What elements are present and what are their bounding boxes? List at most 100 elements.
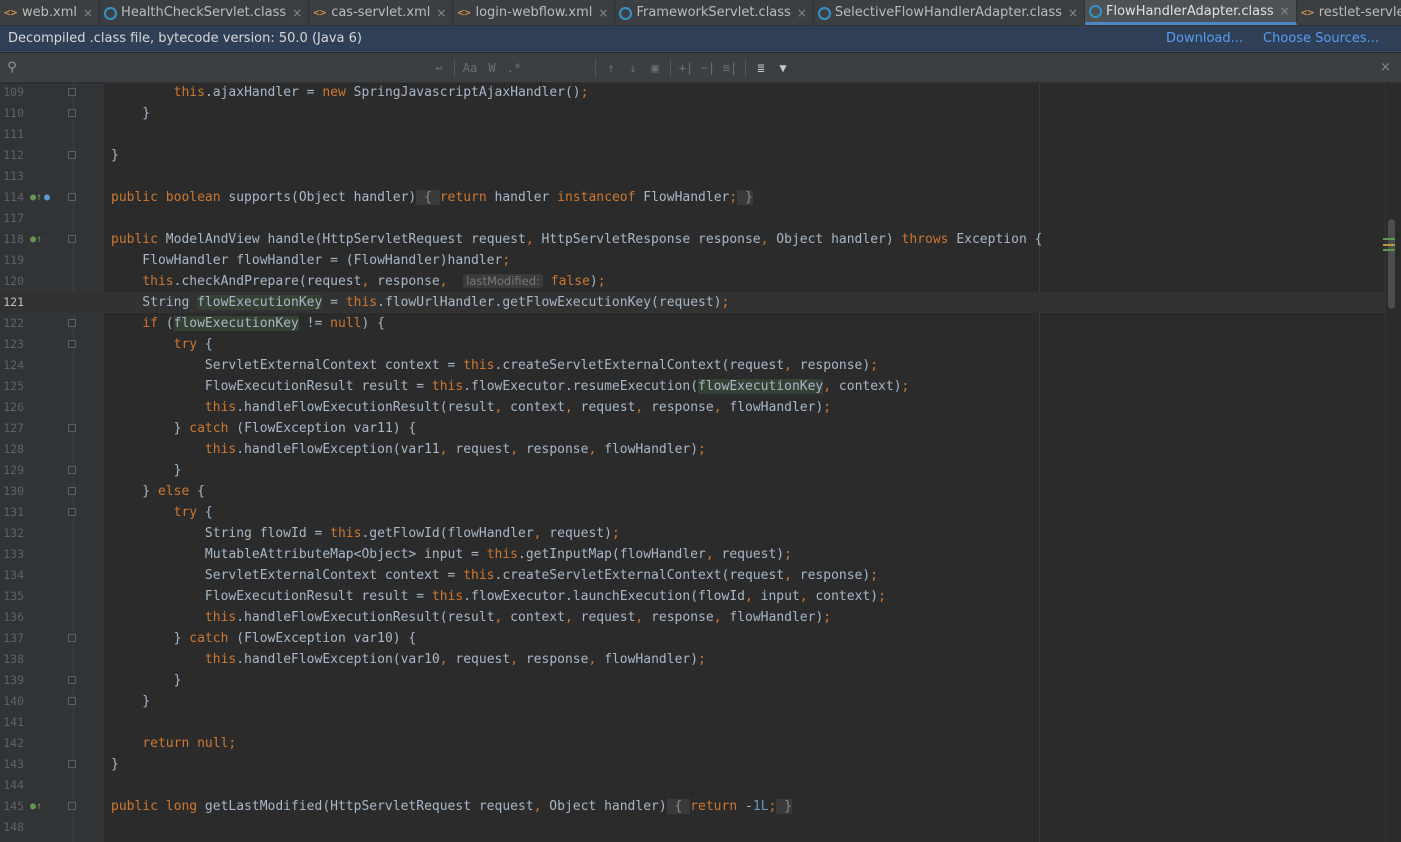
code-text[interactable]: try { xyxy=(111,502,213,523)
code-line[interactable]: 114 ●↑ ● public boolean supports(Object han… xyxy=(0,187,1385,208)
line-number[interactable]: 118 xyxy=(0,229,24,250)
line-number[interactable]: 117 xyxy=(0,208,24,229)
code-line[interactable]: 128 this.handleFlowException(var11, requ… xyxy=(0,439,1385,460)
add-cursor-button[interactable]: +| xyxy=(675,57,697,79)
code-line[interactable]: 136 this.handleFlowExecutionResult(resul… xyxy=(0,607,1385,628)
code-text[interactable]: } catch (FlowException var11) { xyxy=(111,418,417,439)
download-sources-link[interactable]: Download... xyxy=(1166,31,1243,46)
regex-button[interactable]: .* xyxy=(503,57,525,79)
code-text[interactable]: public ModelAndView handle(HttpServletRe… xyxy=(111,229,1042,250)
line-number[interactable]: 112 xyxy=(0,145,24,166)
line-number[interactable]: 127 xyxy=(0,418,24,439)
code-text[interactable]: } xyxy=(111,460,182,481)
code-line[interactable]: 124 ServletExternalContext context = thi… xyxy=(0,355,1385,376)
line-number[interactable]: 119 xyxy=(0,250,24,271)
code-text[interactable]: } catch (FlowException var10) { xyxy=(111,628,417,649)
close-icon[interactable]: × xyxy=(1280,4,1290,18)
line-number[interactable]: 123 xyxy=(0,334,24,355)
match-case-button[interactable]: Aa xyxy=(459,57,481,79)
code-line[interactable]: 118 ●↑ public ModelAndView handle(HttpServ… xyxy=(0,229,1385,250)
code-line[interactable]: 132 String flowId = this.getFlowId(flowH… xyxy=(0,523,1385,544)
code-text[interactable]: this.handleFlowExecutionResult(result, c… xyxy=(111,607,831,628)
close-icon[interactable]: × xyxy=(436,6,446,20)
fold-toggle-icon[interactable] xyxy=(68,466,76,474)
code-text[interactable]: this.handleFlowException(var11, request,… xyxy=(111,439,706,460)
code-line[interactable]: 135 FlowExecutionResult result = this.fl… xyxy=(0,586,1385,607)
line-number[interactable]: 124 xyxy=(0,355,24,376)
tab-flowhandleradapter-class[interactable]: FlowHandlerAdapter.class × xyxy=(1085,0,1297,25)
code-text[interactable]: this.handleFlowExecutionResult(result, c… xyxy=(111,397,831,418)
scrollbar-thumb[interactable] xyxy=(1388,219,1395,309)
code-text[interactable]: FlowExecutionResult result = this.flowEx… xyxy=(111,376,909,397)
code-text[interactable]: public long getLastModified(HttpServletR… xyxy=(111,796,792,817)
code-text[interactable]: } xyxy=(111,145,119,166)
tab-frameworkservlet-class[interactable]: FrameworkServlet.class × xyxy=(615,0,814,25)
line-number[interactable]: 137 xyxy=(0,628,24,649)
code-line[interactable]: 139 } xyxy=(0,670,1385,691)
fold-toggle-icon[interactable] xyxy=(68,697,76,705)
line-number[interactable]: 136 xyxy=(0,607,24,628)
code-line[interactable]: 123 try { xyxy=(0,334,1385,355)
close-icon[interactable]: × xyxy=(1068,6,1078,20)
override-marker-icon[interactable]: ●↑ xyxy=(30,187,42,208)
code-text[interactable]: return null; xyxy=(111,733,236,754)
implementation-marker-icon[interactable]: ● xyxy=(44,187,50,208)
code-line[interactable]: 112} xyxy=(0,145,1385,166)
fold-toggle-icon[interactable] xyxy=(68,634,76,642)
code-line[interactable]: 119 FlowHandler flowHandler = (FlowHandl… xyxy=(0,250,1385,271)
code-line[interactable]: 113 xyxy=(0,166,1385,187)
code-text[interactable]: } xyxy=(111,754,119,775)
close-icon[interactable]: × xyxy=(598,6,608,20)
code-text[interactable]: this.handleFlowException(var10, request,… xyxy=(111,649,706,670)
vertical-scrollbar[interactable] xyxy=(1385,84,1401,842)
tab-selectiveflowhandleradapter-class[interactable]: SelectiveFlowHandlerAdapter.class × xyxy=(814,0,1086,25)
code-text[interactable]: } else { xyxy=(111,481,205,502)
code-text[interactable]: if (flowExecutionKey != null) { xyxy=(111,313,385,334)
code-line[interactable]: 137 } catch (FlowException var10) { xyxy=(0,628,1385,649)
next-occurrence-button[interactable]: ↓ xyxy=(622,57,644,79)
code-line[interactable]: 149 protected ServletExternalContext crea… xyxy=(0,838,1385,842)
code-line[interactable]: 140 } xyxy=(0,691,1385,712)
line-number[interactable]: 122 xyxy=(0,313,24,334)
code-line[interactable]: 144 xyxy=(0,775,1385,796)
fold-toggle-icon[interactable] xyxy=(68,487,76,495)
code-text[interactable]: FlowHandler flowHandler = (FlowHandler)h… xyxy=(111,250,510,271)
fold-toggle-icon[interactable] xyxy=(68,802,76,810)
line-number[interactable]: 139 xyxy=(0,670,24,691)
code-text[interactable]: public boolean supports(Object handler) … xyxy=(111,187,753,208)
line-number[interactable]: 114 xyxy=(0,187,24,208)
line-number[interactable]: 148 xyxy=(0,817,24,838)
code-line[interactable]: 117 xyxy=(0,208,1385,229)
code-line[interactable]: 125 FlowExecutionResult result = this.fl… xyxy=(0,376,1385,397)
code-text[interactable]: try { xyxy=(111,334,213,355)
code-line[interactable]: 110 } xyxy=(0,103,1385,124)
remove-cursor-button[interactable]: −| xyxy=(697,57,719,79)
line-number[interactable]: 149 xyxy=(0,838,24,842)
code-line[interactable]: 129 } xyxy=(0,460,1385,481)
line-number[interactable]: 140 xyxy=(0,691,24,712)
fold-toggle-icon[interactable] xyxy=(68,151,76,159)
code-line[interactable]: 143} xyxy=(0,754,1385,775)
line-number[interactable]: 113 xyxy=(0,166,24,187)
line-number[interactable]: 145 xyxy=(0,796,24,817)
code-text[interactable]: protected ServletExternalContext createS… xyxy=(111,838,1058,842)
line-number[interactable]: 143 xyxy=(0,754,24,775)
code-line[interactable]: 133 MutableAttributeMap<Object> input = … xyxy=(0,544,1385,565)
whole-words-button[interactable]: W xyxy=(481,57,503,79)
fold-toggle-icon[interactable] xyxy=(68,760,76,768)
code-line[interactable]: 121 String flowExecutionKey = this.flowU… xyxy=(0,292,1385,313)
select-all-icon[interactable]: ▣ xyxy=(644,57,666,79)
line-number[interactable]: 111 xyxy=(0,124,24,145)
code-text[interactable]: this.checkAndPrepare(request, response, … xyxy=(111,271,606,292)
line-number[interactable]: 120 xyxy=(0,271,24,292)
fold-toggle-icon[interactable] xyxy=(68,508,76,516)
code-line[interactable]: 141 xyxy=(0,712,1385,733)
line-number[interactable]: 132 xyxy=(0,523,24,544)
tab-login-webflow-xml[interactable]: <> login-webflow.xml × xyxy=(453,0,616,25)
tab-healthcheckservlet-class[interactable]: HealthCheckServlet.class × xyxy=(100,0,310,25)
fold-toggle-icon[interactable] xyxy=(68,676,76,684)
code-line[interactable]: 130 } else { xyxy=(0,481,1385,502)
fold-toggle-icon[interactable] xyxy=(68,193,76,201)
fold-toggle-icon[interactable] xyxy=(68,340,76,348)
code-text[interactable]: ServletExternalContext context = this.cr… xyxy=(111,565,878,586)
